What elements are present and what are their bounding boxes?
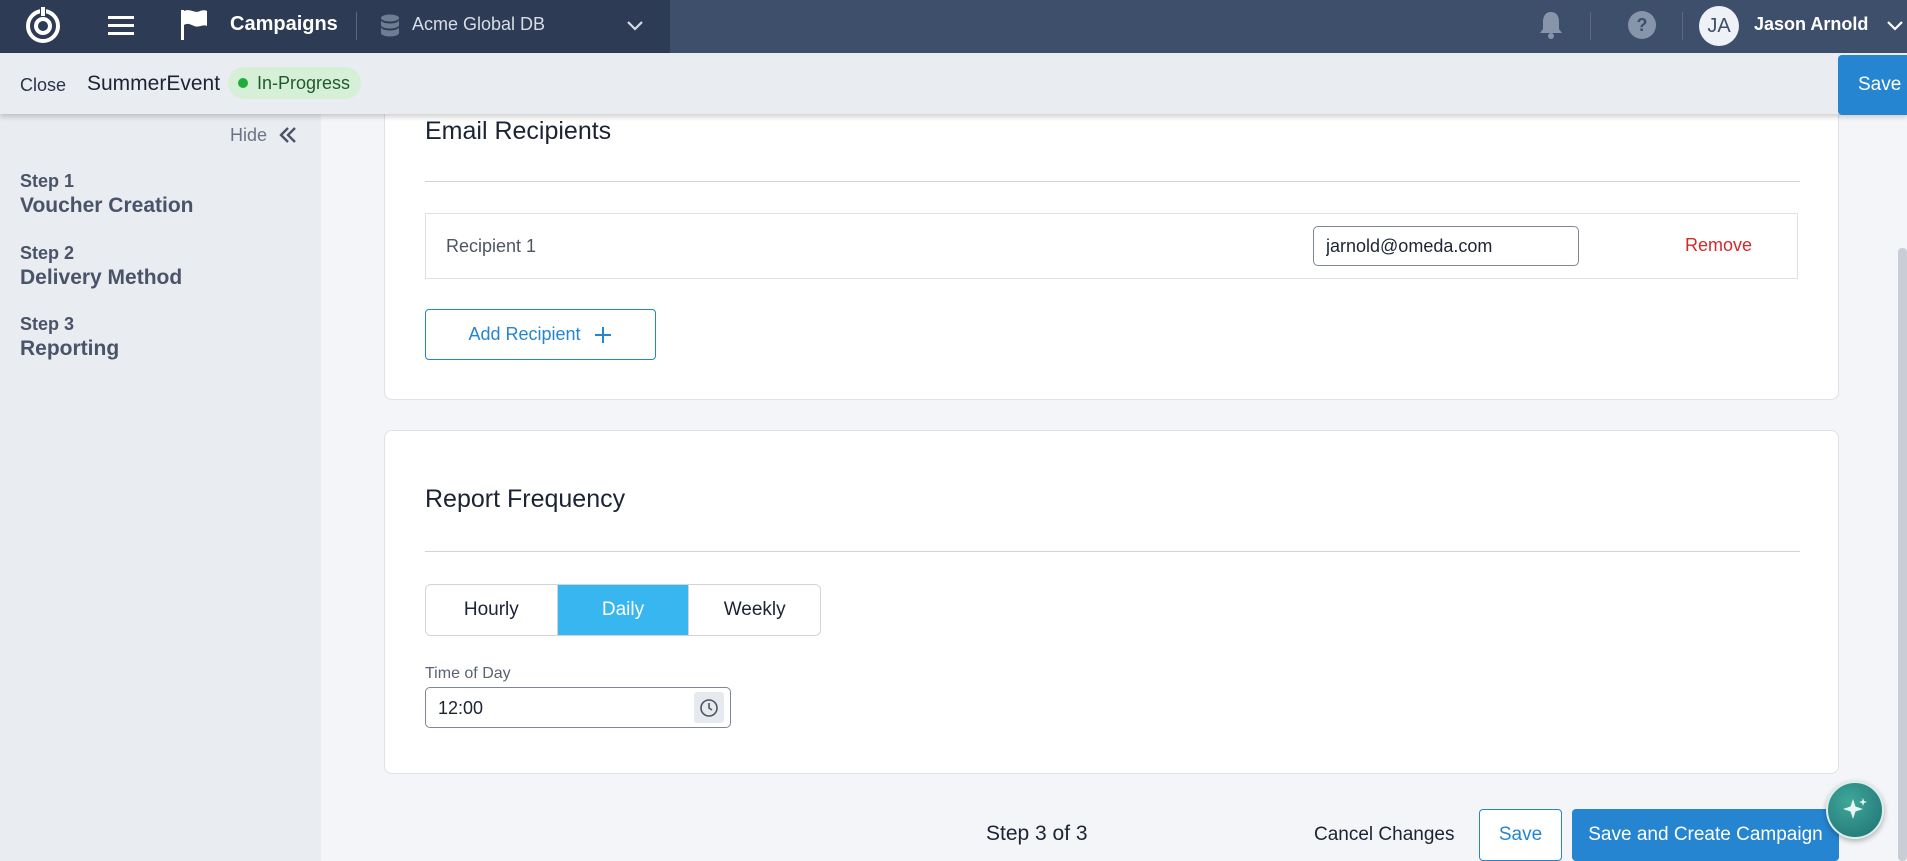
step-number: Step 2: [20, 243, 75, 263]
sidebar-step-2[interactable]: Step 2 Delivery Method: [20, 243, 182, 290]
logo-icon[interactable]: [23, 5, 63, 45]
recipient-row: Recipient 1 Remove: [425, 213, 1798, 279]
svg-text:?: ?: [1637, 15, 1648, 35]
campaign-name: SummerEvent: [87, 72, 221, 95]
clock-button[interactable]: [694, 692, 724, 723]
sidebar-step-3[interactable]: Step 3 Reporting: [20, 314, 119, 361]
double-chevron-left-icon: [279, 127, 296, 143]
assistant-button[interactable]: [1826, 781, 1884, 839]
divider: [425, 181, 1800, 182]
plus-icon: [594, 326, 611, 343]
divider: [1682, 12, 1683, 40]
hide-sidebar-button[interactable]: Hide: [230, 124, 299, 146]
divider: [356, 12, 357, 40]
close-link[interactable]: Close: [20, 75, 66, 96]
cancel-changes-button[interactable]: Cancel Changes: [1314, 824, 1454, 846]
status-dot: [238, 78, 248, 88]
remove-recipient-link[interactable]: Remove: [1685, 235, 1752, 256]
top-navigation-bar: Campaigns Acme Global DB ? JA Jason Arno…: [0, 0, 1907, 53]
save-and-create-campaign-button[interactable]: Save and Create Campaign: [1572, 809, 1839, 861]
step-name: Voucher Creation: [20, 194, 194, 217]
divider: [425, 551, 1800, 552]
menu-icon[interactable]: [106, 11, 136, 41]
recipient-label: Recipient 1: [446, 236, 537, 256]
database-selector-label[interactable]: Acme Global DB: [412, 14, 545, 35]
sidebar-step-1[interactable]: Step 1 Voucher Creation: [20, 171, 193, 218]
scrollbar[interactable]: [1898, 248, 1907, 861]
divider: [1590, 12, 1591, 40]
avatar[interactable]: JA: [1699, 6, 1739, 46]
section-title: Email Recipients: [425, 117, 612, 145]
sparkle-icon: [1843, 798, 1867, 819]
recipient-email-field[interactable]: [1313, 226, 1579, 266]
section-title: Report Frequency: [425, 485, 626, 513]
frequency-option-daily[interactable]: Daily: [557, 585, 690, 635]
step-name: Delivery Method: [20, 266, 183, 289]
frequency-option-weekly[interactable]: Weekly: [689, 585, 820, 635]
status-badge: In-Progress: [228, 67, 362, 99]
step-counter: Step 3 of 3: [986, 822, 1088, 845]
step-name: Reporting: [20, 337, 120, 360]
time-of-day-label: Time of Day: [425, 665, 511, 682]
step-number: Step 1: [20, 171, 75, 191]
campaign-header: Close SummerEvent In-Progress Save: [0, 53, 1907, 115]
chevron-down-icon[interactable]: [624, 15, 646, 37]
flag-icon: [181, 10, 207, 40]
time-of-day-field[interactable]: 12:00: [425, 687, 731, 728]
app-title: Campaigns: [230, 13, 338, 35]
database-icon: [381, 14, 399, 37]
status-label: In-Progress: [257, 73, 351, 93]
steps-sidebar: Hide Step 1 Voucher Creation Step 2 Deli…: [0, 114, 321, 861]
time-of-day-value: 12:00: [438, 698, 484, 718]
add-recipient-label: Add Recipient: [468, 324, 581, 344]
report-frequency-card: Report Frequency Hourly Daily Weekly Tim…: [384, 430, 1839, 774]
clock-icon: [700, 698, 718, 717]
step-number: Step 3: [20, 314, 75, 334]
email-recipients-card: Email Recipients Recipient 1 Remove Add …: [384, 90, 1839, 400]
add-recipient-button[interactable]: Add Recipient: [425, 309, 656, 360]
frequency-segmented-control: Hourly Daily Weekly: [425, 584, 821, 636]
header-save-button[interactable]: Save: [1838, 55, 1907, 115]
footer-save-button[interactable]: Save: [1479, 809, 1562, 861]
frequency-option-hourly[interactable]: Hourly: [426, 585, 558, 635]
help-icon[interactable]: ?: [1627, 10, 1657, 40]
chevron-down-icon[interactable]: [1884, 15, 1906, 37]
hide-label: Hide: [230, 124, 268, 145]
bell-icon[interactable]: [1536, 9, 1566, 41]
user-name[interactable]: Jason Arnold: [1754, 14, 1868, 35]
